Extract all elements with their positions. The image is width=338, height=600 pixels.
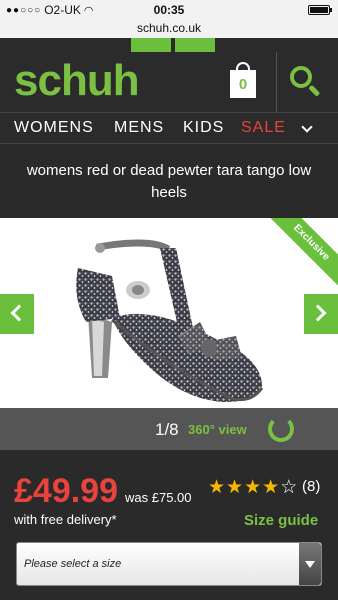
- nav-kids[interactable]: KIDS: [183, 119, 224, 137]
- rotate-360-icon[interactable]: [268, 416, 294, 442]
- main-nav: WOMENS MENS KIDS SALE: [0, 112, 338, 144]
- chevron-right-icon: [309, 304, 327, 322]
- nav-sale[interactable]: SALE: [241, 119, 286, 137]
- promo-strip: [0, 38, 338, 52]
- promo-button-left[interactable]: [131, 38, 171, 52]
- shopping-bag-button[interactable]: 0: [228, 62, 258, 100]
- battery-icon: [308, 5, 332, 15]
- product-image-carousel[interactable]: Exclusive: [0, 218, 338, 408]
- price-section: £49.99 was £75.00 with free delivery* ★★…: [0, 450, 338, 600]
- star-rating[interactable]: ★★★★☆: [208, 476, 298, 499]
- star-icon: ★: [244, 477, 263, 498]
- image-counter: 1/8: [155, 420, 179, 439]
- delivery-info: with free delivery*: [14, 512, 117, 527]
- size-select-value: Please select a size: [24, 558, 122, 570]
- site-header: schuh 0: [0, 52, 338, 112]
- chevron-down-icon[interactable]: [301, 121, 313, 133]
- chevron-left-icon: [10, 304, 28, 322]
- url-bar[interactable]: schuh.co.uk: [0, 20, 338, 38]
- review-count[interactable]: (8): [302, 478, 320, 495]
- star-icon: ★: [226, 477, 245, 498]
- next-image-button[interactable]: [304, 294, 338, 334]
- header-divider: [276, 52, 277, 112]
- image-nav-bar: 1/8 360° view: [0, 408, 338, 450]
- status-bar: ●●○○○ O2-UK ◠ 00:35: [0, 0, 338, 20]
- promo-button-right[interactable]: [175, 38, 215, 52]
- was-price: was £75.00: [125, 490, 192, 505]
- search-icon-ring: [290, 66, 312, 88]
- view-360-link[interactable]: 360° view: [188, 422, 247, 437]
- search-icon[interactable]: [288, 64, 322, 98]
- star-empty-icon: ☆: [280, 477, 299, 498]
- clock: 00:35: [153, 3, 185, 17]
- product-title: womens red or dead pewter tara tango low…: [26, 162, 312, 201]
- schuh-logo[interactable]: schuh: [14, 56, 140, 106]
- nav-womens[interactable]: WOMENS: [14, 119, 94, 137]
- bag-count: 0: [230, 70, 256, 98]
- star-icon: ★: [208, 477, 227, 498]
- size-guide-link[interactable]: Size guide: [244, 512, 318, 529]
- current-price: £49.99: [14, 472, 118, 510]
- product-image: [76, 239, 264, 402]
- star-icon: ★: [262, 477, 281, 498]
- previous-image-button[interactable]: [0, 294, 34, 334]
- search-icon-handle: [308, 84, 321, 97]
- nav-mens[interactable]: MENS: [114, 119, 164, 137]
- dropdown-arrow-icon[interactable]: [299, 543, 321, 585]
- size-select[interactable]: Please select a size: [16, 542, 322, 586]
